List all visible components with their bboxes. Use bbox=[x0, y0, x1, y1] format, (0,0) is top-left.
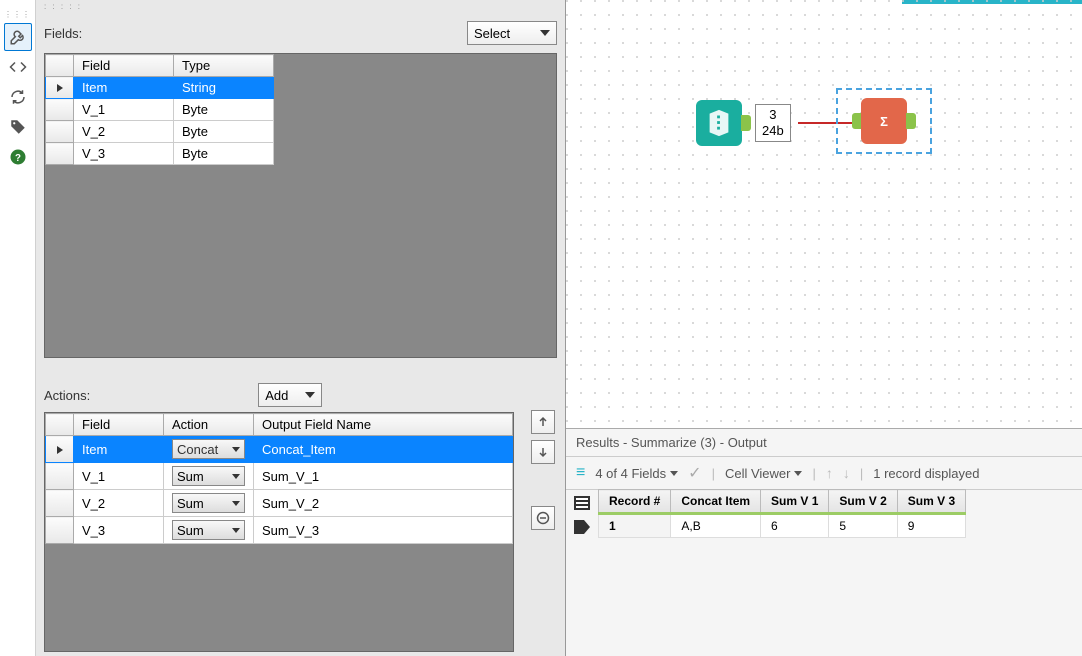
text-input-tool[interactable]: 3 24b bbox=[696, 100, 791, 146]
output-anchor[interactable] bbox=[906, 113, 916, 129]
col-action[interactable]: Action bbox=[164, 414, 254, 436]
col-output[interactable]: Output Field Name bbox=[254, 414, 513, 436]
action-dropdown[interactable]: Concat bbox=[172, 439, 245, 459]
col-sum-v3[interactable]: Sum V 3 bbox=[897, 490, 965, 514]
actions-section: Actions: Add Field Action Output Field N… bbox=[36, 378, 565, 652]
action-dropdown[interactable]: Sum bbox=[172, 466, 245, 486]
sort-down-icon[interactable]: ↓ bbox=[843, 465, 850, 481]
row-indicator-icon bbox=[57, 84, 63, 92]
move-down-button[interactable] bbox=[531, 440, 555, 464]
row-indicator-icon bbox=[57, 446, 63, 454]
output-anchor[interactable] bbox=[741, 115, 751, 131]
config-panel: : : : : : Fields: Select Field Type bbox=[36, 0, 566, 656]
chevron-down-icon bbox=[305, 392, 315, 398]
text-input-icon bbox=[696, 100, 742, 146]
chevron-down-icon bbox=[540, 30, 550, 36]
workflow-canvas[interactable]: 3 24b Σ bbox=[566, 0, 1082, 428]
actions-grid[interactable]: Field Action Output Field Name Item Conc… bbox=[44, 412, 514, 652]
field-row[interactable]: Item String bbox=[46, 77, 274, 99]
summarize-icon: Σ bbox=[861, 98, 907, 144]
refresh-icon[interactable] bbox=[4, 83, 32, 111]
record-count-badge: 3 24b bbox=[755, 104, 791, 141]
check-icon[interactable]: ✓ bbox=[688, 463, 701, 483]
col-field[interactable]: Field bbox=[74, 414, 164, 436]
reorder-buttons bbox=[531, 410, 555, 530]
action-row[interactable]: V_3 Sum Sum_V_3 bbox=[46, 517, 513, 544]
wrench-icon[interactable] bbox=[4, 23, 32, 51]
panel-drag-handle[interactable]: : : : : : bbox=[36, 0, 565, 13]
fields-label: Fields: bbox=[44, 26, 82, 41]
fields-grid[interactable]: Field Type Item String V_1 Byte bbox=[44, 53, 557, 358]
results-table[interactable]: Record # Concat Item Sum V 1 Sum V 2 Sum… bbox=[598, 489, 1082, 538]
help-icon[interactable]: ? bbox=[4, 143, 32, 171]
col-concat-item[interactable]: Concat Item bbox=[671, 490, 761, 514]
results-title: Results - Summarize (3) - Output bbox=[566, 429, 1082, 457]
action-dropdown[interactable]: Sum bbox=[172, 493, 245, 513]
select-dropdown[interactable]: Select bbox=[467, 21, 557, 45]
action-dropdown[interactable]: Sum bbox=[172, 520, 245, 540]
field-row[interactable]: V_2 Byte bbox=[46, 121, 274, 143]
field-row[interactable]: V_3 Byte bbox=[46, 143, 274, 165]
col-record[interactable]: Record # bbox=[599, 490, 671, 514]
remove-button[interactable] bbox=[531, 506, 555, 530]
fields-dropdown[interactable]: 4 of 4 Fields bbox=[595, 466, 678, 481]
col-sum-v2[interactable]: Sum V 2 bbox=[829, 490, 897, 514]
chevron-down-icon bbox=[794, 471, 802, 476]
field-row[interactable]: V_1 Byte bbox=[46, 99, 274, 121]
sort-up-icon[interactable]: ↑ bbox=[826, 465, 833, 481]
result-row[interactable]: 1 A,B 6 5 9 bbox=[599, 514, 966, 538]
action-row[interactable]: V_2 Sum Sum_V_2 bbox=[46, 490, 513, 517]
col-sum-v1[interactable]: Sum V 1 bbox=[761, 490, 829, 514]
canvas-grid bbox=[566, 0, 1082, 428]
cell-viewer-dropdown[interactable]: Cell Viewer bbox=[725, 466, 803, 481]
code-icon[interactable] bbox=[4, 53, 32, 81]
chevron-down-icon bbox=[232, 528, 240, 533]
record-count-label: 1 record displayed bbox=[873, 466, 979, 481]
selected-tool-highlight: Σ bbox=[836, 88, 932, 154]
chevron-down-icon bbox=[232, 447, 240, 452]
chevron-down-icon bbox=[232, 501, 240, 506]
action-row[interactable]: Item Concat Concat_Item bbox=[46, 436, 513, 463]
results-toolbar: ≡ 4 of 4 Fields ✓ | Cell Viewer | ↑ ↓ | … bbox=[566, 457, 1082, 490]
col-type[interactable]: Type bbox=[174, 55, 274, 77]
tag-icon[interactable] bbox=[4, 113, 32, 141]
results-side-icons bbox=[566, 489, 598, 537]
action-row[interactable]: V_1 Sum Sum_V_1 bbox=[46, 463, 513, 490]
chevron-down-icon bbox=[232, 474, 240, 479]
svg-text:?: ? bbox=[15, 153, 21, 164]
drag-handle[interactable]: ⋮⋮⋮ bbox=[0, 10, 35, 19]
move-up-button[interactable] bbox=[531, 410, 555, 434]
col-field[interactable]: Field bbox=[74, 55, 174, 77]
left-toolbar: ⋮⋮⋮ ? bbox=[0, 0, 36, 656]
summarize-tool[interactable]: Σ bbox=[836, 88, 932, 154]
results-panel: Results - Summarize (3) - Output ≡ 4 of … bbox=[566, 428, 1082, 656]
data-tag-icon[interactable] bbox=[571, 517, 593, 537]
add-dropdown[interactable]: Add bbox=[258, 383, 322, 407]
chevron-down-icon bbox=[670, 471, 678, 476]
list-icon[interactable]: ≡ bbox=[576, 464, 585, 482]
actions-label: Actions: bbox=[44, 388, 90, 403]
metadata-icon[interactable] bbox=[571, 493, 593, 513]
fields-section: Fields: Select Field Type Item Strin bbox=[36, 13, 565, 358]
